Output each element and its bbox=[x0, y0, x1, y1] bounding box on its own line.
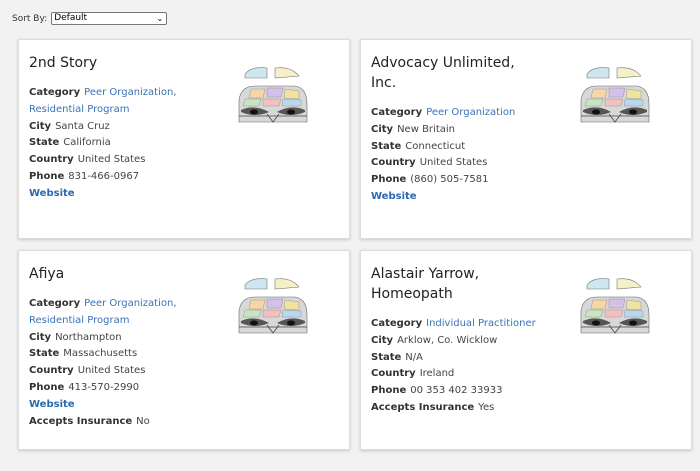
city-row: City New Britain bbox=[371, 123, 455, 135]
brain-logo-icon bbox=[580, 67, 650, 123]
chevron-down-icon: ⌄ bbox=[156, 14, 164, 23]
country-row: Country United States bbox=[29, 365, 146, 377]
brain-logo-icon bbox=[238, 67, 308, 123]
website-link[interactable]: Website bbox=[29, 397, 229, 414]
card-fields: Category Individual Practitioner City Arkl… bbox=[371, 316, 571, 417]
sort-select-value: Default bbox=[54, 13, 88, 23]
category-link[interactable]: Peer Organization, bbox=[84, 87, 176, 98]
state-row: State Massachusetts bbox=[29, 348, 138, 360]
phone-row: Phone 831-466-0967 bbox=[29, 170, 140, 182]
listing-card: Alastair Yarrow, Homeopath Category Indiv… bbox=[360, 250, 692, 450]
state-row: State Connecticut bbox=[371, 140, 466, 152]
category-link[interactable]: Individual Practitioner bbox=[426, 318, 536, 329]
card-fields: Category Peer Organization, Residential P… bbox=[29, 296, 229, 430]
sort-bar: Sort By: Default ⌄ bbox=[12, 12, 168, 25]
website-link[interactable]: Website bbox=[29, 186, 229, 203]
category-row: Category Individual Practitioner bbox=[371, 318, 536, 329]
category-link[interactable]: Residential Program bbox=[29, 315, 129, 326]
insurance-row: Accepts Insurance No bbox=[29, 415, 150, 427]
category-row: Category Peer Organization, bbox=[29, 87, 177, 98]
country-row: Country United States bbox=[29, 154, 146, 166]
phone-row: Phone 413-570-2990 bbox=[29, 381, 140, 393]
card-title: Alastair Yarrow, Homeopath bbox=[371, 266, 480, 302]
category-link[interactable]: Residential Program bbox=[29, 104, 129, 115]
category-link[interactable]: Peer Organization bbox=[426, 107, 515, 118]
category-row-cont: Residential Program bbox=[29, 313, 229, 330]
state-row: State N/A bbox=[371, 351, 423, 363]
card-title: 2nd Story bbox=[29, 55, 98, 71]
phone-row: Phone (860) 505-7581 bbox=[371, 174, 489, 186]
country-row: Country United States bbox=[371, 157, 488, 169]
card-fields: Category Peer Organization City New Britai… bbox=[371, 105, 571, 206]
category-row-cont: Residential Program bbox=[29, 102, 229, 119]
category-link[interactable]: Peer Organization, bbox=[84, 298, 176, 309]
website-link[interactable]: Website bbox=[371, 189, 571, 206]
listing-card: Afiya Category Peer Organization, Residen… bbox=[18, 250, 350, 450]
brain-logo-icon bbox=[580, 278, 650, 334]
state-row: State California bbox=[29, 137, 111, 149]
sort-label: Sort By: bbox=[12, 13, 48, 24]
phone-row: Phone 00 353 402 33933 bbox=[371, 385, 503, 397]
card-title: Advocacy Unlimited, Inc. bbox=[371, 55, 515, 91]
insurance-row: Accepts Insurance Yes bbox=[371, 401, 495, 413]
listing-card: 2nd Story Category Peer Organization, Res… bbox=[18, 39, 350, 239]
category-row: Category Peer Organization bbox=[371, 107, 516, 118]
city-row: City Santa Cruz bbox=[29, 120, 110, 132]
card-fields: Category Peer Organization, Residential P… bbox=[29, 85, 229, 203]
card-title: Afiya bbox=[29, 266, 65, 282]
category-row: Category Peer Organization, bbox=[29, 298, 177, 309]
city-row: City Arklow, Co. Wicklow bbox=[371, 334, 498, 346]
city-row: City Northampton bbox=[29, 331, 122, 343]
sort-select[interactable]: Default ⌄ bbox=[51, 12, 168, 25]
brain-logo-icon bbox=[238, 278, 308, 334]
country-row: Country Ireland bbox=[371, 368, 455, 380]
listing-card: Advocacy Unlimited, Inc. Category Peer Or… bbox=[360, 39, 692, 239]
